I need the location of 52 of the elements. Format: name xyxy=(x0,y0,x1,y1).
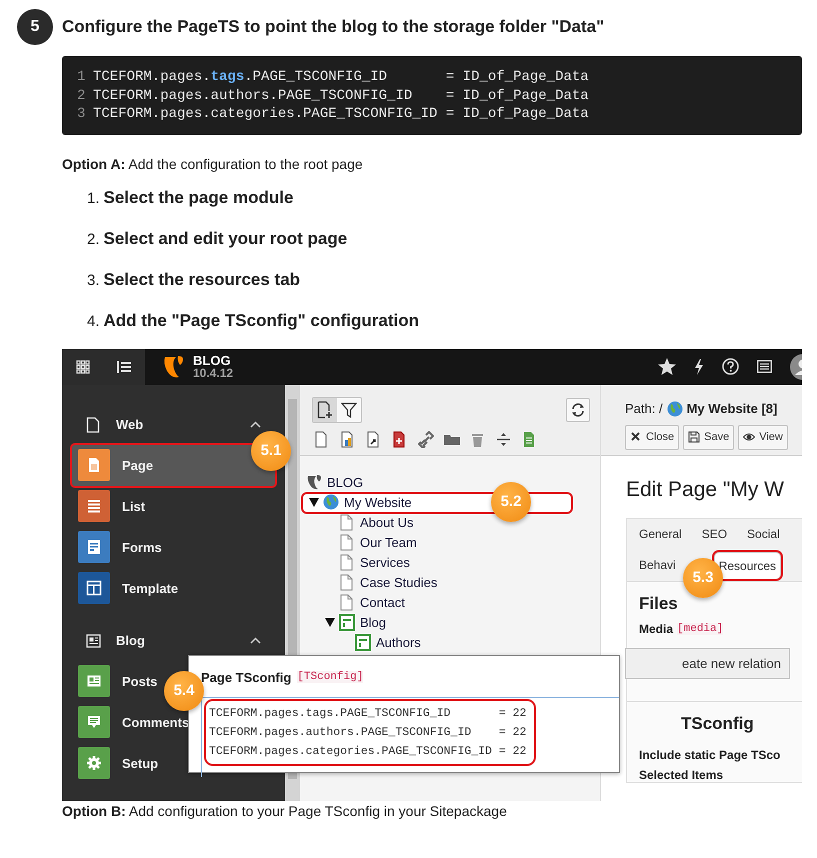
field-label: Include static Page TSco xyxy=(639,748,782,762)
menu-label: Posts xyxy=(122,674,158,688)
option-text: Option A: Add the configuration to the root page xyxy=(62,156,364,172)
instruction-text: Select the resources tab xyxy=(104,270,300,290)
menu-label: Page xyxy=(122,458,154,472)
tree-label: Contact xyxy=(360,595,405,610)
menu-label: Comments xyxy=(122,714,190,730)
list-number: 1. xyxy=(87,190,100,206)
option-text: Option B: Add configuration to your Page TSconfig in your Sitepackage xyxy=(62,802,508,818)
code-line: TCEFORM.pages.categories.PAGE_TSCONFIG_ID = ID_of_Page_Data xyxy=(93,105,589,124)
code-line: TCEFORM.pages.tags.PAGE_TSCONFIG_ID = ID_of_Page_Data xyxy=(93,68,589,86)
code-line: TCEFORM.pages.authors.PAGE_TSCONFIG_ID = 22 xyxy=(209,724,526,740)
tree-label: About Us xyxy=(360,515,414,530)
version-number: 10.4.12 xyxy=(193,366,234,380)
path-label: Path: / xyxy=(625,401,663,416)
list-number: 4. xyxy=(87,312,100,330)
path-page: My Website [8] xyxy=(686,401,778,416)
field-id: [TSconfig] xyxy=(297,671,364,683)
tree-label: Our Team xyxy=(360,535,417,550)
line-number: 3 xyxy=(77,105,86,124)
field-label: Page TSconfig xyxy=(201,670,292,684)
tree-label: My Website xyxy=(344,495,412,510)
step-number: 5 xyxy=(17,9,53,45)
code-line: TCEFORM.pages.categories.PAGE_TSCONFIG_ID = 22 xyxy=(209,744,526,760)
code-line: TCEFORM.pages.tags.PAGE_TSCONFIG_ID = 22 xyxy=(209,706,526,722)
line-number: 2 xyxy=(77,86,86,105)
tree-label: BLOG xyxy=(327,475,364,490)
menu-label: Template xyxy=(122,580,178,596)
tree-label: Blog xyxy=(360,615,386,630)
field-label: Media xyxy=(639,622,674,636)
group-label: Web xyxy=(116,417,144,432)
instruction-text: Select the page module xyxy=(104,188,294,208)
group-label: Blog xyxy=(116,633,145,648)
list-number: 3. xyxy=(87,272,100,288)
tree-label: Authors xyxy=(376,635,421,650)
page-heading: Edit Page "My W xyxy=(626,478,786,502)
line-number: 1 xyxy=(77,68,86,86)
section-title: Files xyxy=(639,594,679,614)
instruction-text: Select and edit your root page xyxy=(104,228,348,248)
instruction-text: Add the "Page TSconfig" configuration xyxy=(104,310,420,330)
section-title: TSconfig xyxy=(681,714,755,734)
menu-label: List xyxy=(122,498,146,514)
list-number: 2. xyxy=(87,230,100,248)
code-line: TCEFORM.pages.authors.PAGE_TSCONFIG_ID = ID_of_Page_Data xyxy=(93,86,589,105)
tree-label: Services xyxy=(360,555,410,570)
field-id: [media] xyxy=(677,622,724,634)
tree-label: Case Studies xyxy=(360,575,438,590)
site-name: BLOG xyxy=(193,354,232,366)
step-title: Configure the PageTS to point the blog to the storage folder "Data" xyxy=(62,17,604,37)
menu-label: Setup xyxy=(122,756,158,770)
field-sublabel: Selected Items xyxy=(639,768,724,782)
menu-label: Forms xyxy=(122,540,162,554)
